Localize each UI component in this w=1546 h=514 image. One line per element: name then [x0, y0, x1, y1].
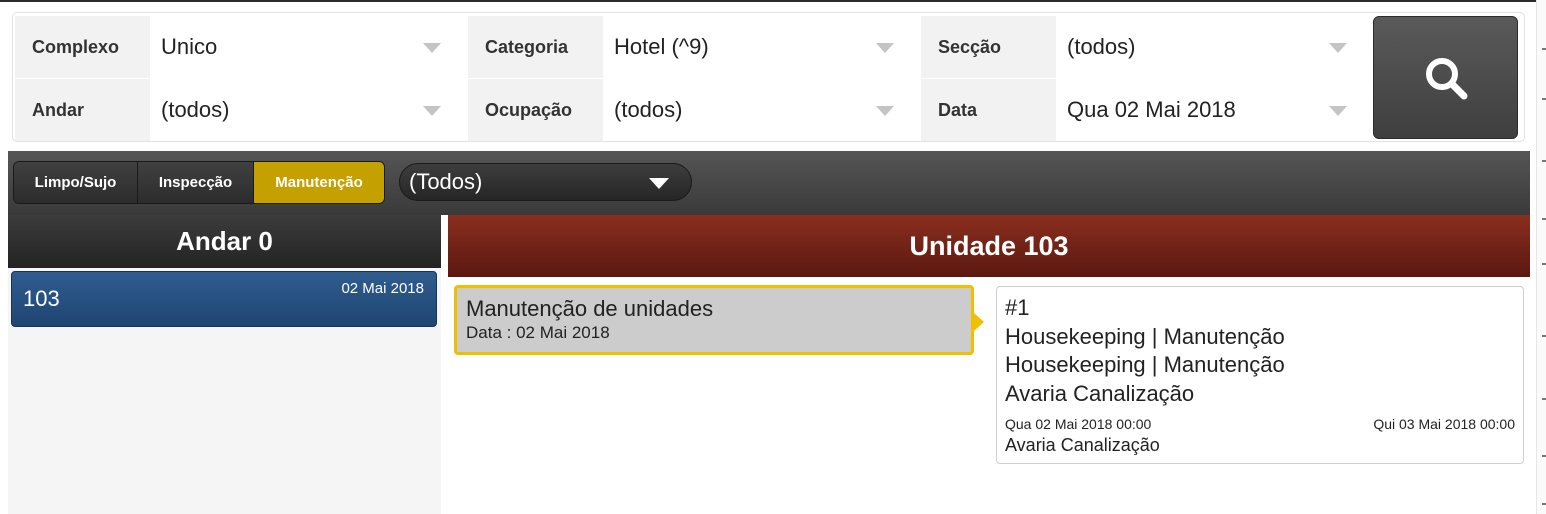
top-border: [0, 0, 1536, 2]
andar-select[interactable]: (todos): [150, 79, 461, 141]
seccao-value: (todos): [1067, 34, 1136, 59]
complexo-label: Complexo: [32, 36, 120, 57]
ocupacao-select[interactable]: (todos): [603, 79, 914, 141]
scrollbar[interactable]: [1536, 0, 1546, 514]
categoria-field[interactable]: Categoria Hotel (^9): [468, 16, 914, 78]
categoria-value: Hotel (^9): [614, 34, 709, 59]
tab-manutencao[interactable]: Manutenção: [254, 162, 384, 203]
unit-header: Unidade 103: [448, 215, 1530, 277]
floor-header: Andar 0: [8, 215, 441, 268]
ocupacao-label: Ocupação: [485, 99, 573, 120]
andar-label: Andar: [32, 99, 85, 120]
seccao-select[interactable]: (todos): [1056, 16, 1367, 78]
chevron-down-icon[interactable]: [649, 178, 669, 189]
search-button[interactable]: [1373, 16, 1518, 139]
complexo-field[interactable]: Complexo Unico: [15, 16, 461, 78]
data-value: Qua 02 Mai 2018: [1067, 97, 1236, 122]
filter-panel: Complexo Unico Categoria Hotel (^9) Secç…: [12, 12, 1525, 142]
chevron-down-icon[interactable]: [1329, 106, 1347, 116]
data-label: Data: [938, 99, 978, 120]
selection-pointer-icon: [974, 313, 984, 331]
chevron-down-icon[interactable]: [876, 106, 894, 116]
complexo-select[interactable]: Unico: [150, 16, 461, 78]
scrollbar-tick: [1542, 160, 1546, 162]
task-date: Data : 02 Mai 2018: [466, 323, 610, 342]
status-filter-select[interactable]: (Todos): [399, 163, 692, 201]
detail-end-date: Qui 03 Mai 2018 00:00: [1373, 416, 1515, 432]
task-card[interactable]: Manutenção de unidades Data : 02 Mai 201…: [454, 285, 974, 355]
unit-list-item[interactable]: 103 02 Mai 2018: [11, 271, 437, 327]
categoria-label: Categoria: [485, 36, 569, 57]
detail-number: #1: [1005, 295, 1030, 320]
scrollbar-tick: [1542, 335, 1546, 337]
scrollbar-tick: [1542, 455, 1546, 457]
scrollbar-tick: [1542, 98, 1546, 100]
detail-dates: Qua 02 Mai 2018 00:00 Qui 03 Mai 2018 00…: [1005, 416, 1515, 432]
scrollbar-tick: [1542, 48, 1546, 50]
detail-line-3: Avaria Canalização: [1005, 380, 1195, 406]
unit-date: 02 Mai 2018: [341, 280, 424, 297]
detail-start-date: Qua 02 Mai 2018 00:00: [1005, 416, 1152, 432]
chevron-down-icon[interactable]: [423, 43, 441, 53]
scrollbar-tick: [1542, 398, 1546, 400]
scrollbar-tick: [1542, 263, 1546, 265]
scrollbar-tick: [1542, 503, 1546, 505]
tab-limpo-sujo[interactable]: Limpo/Sujo: [14, 162, 138, 203]
task-detail-card: #1 Housekeeping | Manutenção Housekeepin…: [996, 286, 1524, 464]
ocupacao-field[interactable]: Ocupação (todos): [468, 79, 914, 141]
unit-name: 103: [23, 286, 60, 311]
detail-line-2: Housekeeping | Manutenção: [1005, 352, 1285, 377]
andar-value: (todos): [161, 97, 230, 122]
data-select[interactable]: Qua 02 Mai 2018: [1056, 79, 1367, 141]
tab-inspeccao[interactable]: Inspecção: [138, 162, 254, 203]
detail-line-1: Housekeeping | Manutenção: [1005, 323, 1285, 349]
mode-toolbar: Limpo/Sujo Inspecção Manutenção (Todos): [8, 151, 1530, 215]
andar-field[interactable]: Andar (todos): [15, 79, 461, 141]
floor-panel: Andar 0 103 02 Mai 2018: [8, 215, 441, 514]
chevron-down-icon[interactable]: [1329, 43, 1347, 53]
categoria-select[interactable]: Hotel (^9): [603, 16, 914, 78]
ocupacao-value: (todos): [614, 97, 683, 122]
mode-segmented-control: Limpo/Sujo Inspecção Manutenção: [13, 161, 385, 204]
search-icon: [1425, 57, 1467, 99]
status-filter-value: (Todos): [409, 169, 483, 194]
data-field[interactable]: Data Qua 02 Mai 2018: [921, 79, 1367, 141]
seccao-label: Secção: [938, 36, 1002, 57]
scrollbar-tick: [1542, 218, 1546, 220]
app-window: Complexo Unico Categoria Hotel (^9) Secç…: [0, 0, 1546, 514]
seccao-field[interactable]: Secção (todos): [921, 16, 1367, 78]
chevron-down-icon[interactable]: [876, 43, 894, 53]
detail-note: Avaria Canalização: [1005, 435, 1160, 455]
task-title: Manutenção de unidades: [466, 296, 714, 321]
complexo-value: Unico: [161, 34, 218, 59]
chevron-down-icon[interactable]: [423, 106, 441, 116]
